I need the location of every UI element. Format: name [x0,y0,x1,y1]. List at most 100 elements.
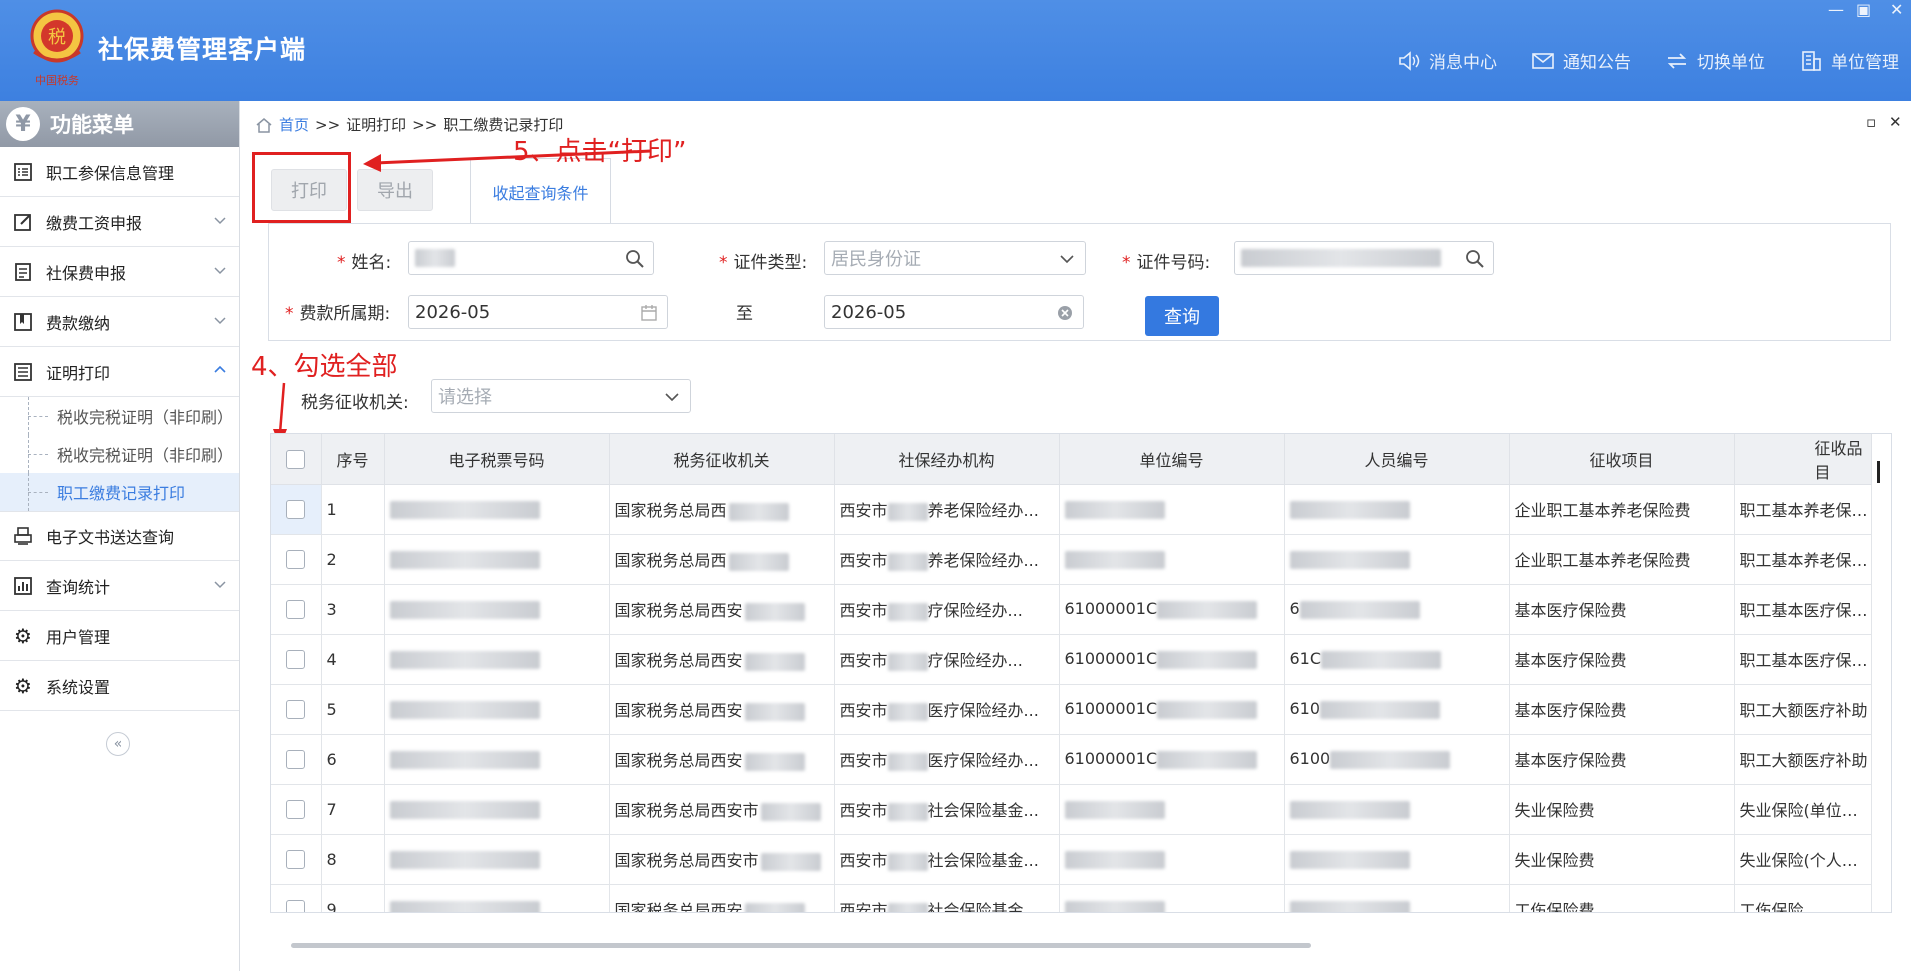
close-window-button[interactable]: ✕ [1890,0,1903,19]
sidebar-collapse-button[interactable]: « [106,732,130,756]
sidebar-item-insured-info[interactable]: 职工参保信息管理 [0,147,239,197]
top-menu-notices[interactable]: 通知公告 [1531,48,1631,73]
select-all-checkbox[interactable] [271,434,322,485]
agency-cell: 西安市 养老保险经办... [834,534,1060,585]
id-number-label: * 证件号码: [1122,253,1211,273]
row-checkbox[interactable] [271,684,322,735]
name-input[interactable] [408,241,654,275]
masked-ticket-number [389,800,540,819]
column-header[interactable]: 征收品目 [1734,434,1872,485]
search-icon[interactable] [1465,249,1485,269]
table-row[interactable]: 3 国家税务总局西安 西安市 疗保险经办... 61000001C 6 基本医疗保险费 职工基… [271,584,1872,635]
collection-item-cell: 工伤保险费 [1509,884,1735,912]
row-checkbox[interactable] [271,734,322,785]
printer-icon [12,525,34,547]
agency-cell: 西安市 疗保险经办... [834,584,1060,635]
sidebar-subitem-tax-certificate-1[interactable]: 税收完税证明（非印刷） [0,397,239,435]
column-header[interactable]: 税务征收机关 [609,434,835,485]
sidebar-item-payment[interactable]: 费款缴纳 [0,297,239,347]
sidebar-item-query-statistics[interactable]: 查询统计 [0,561,239,611]
row-number: 7 [321,784,385,835]
sidebar-item-wage-declaration[interactable]: 缴费工资申报 [0,197,239,247]
row-checkbox[interactable] [271,784,322,835]
clear-icon[interactable] [1055,303,1075,323]
sidebar-item-e-document-query[interactable]: 电子文书送达查询 [0,511,239,561]
column-header[interactable]: 序号 [321,434,385,485]
period-label: * 费款所属期: [285,304,391,324]
tax-office-cell: 国家税务总局西安 [609,584,835,635]
sidebar-subitem-contribution-record-print[interactable]: 职工缴费记录打印 [0,473,239,511]
top-menu-messages[interactable]: 消息中心 [1397,48,1497,73]
form-icon [12,261,34,283]
query-button[interactable]: 查询 [1145,296,1219,336]
agency-cell: 西安市 社会保险基金... [834,784,1060,835]
column-header[interactable]: 社保经办机构 [834,434,1060,485]
top-menu-switch-unit[interactable]: 切换单位 [1665,48,1765,73]
row-checkbox[interactable] [271,834,322,885]
table-row[interactable]: 7 国家税务总局西安市 西安市 社会保险基金... 失业保险费 失业保险(单位缴纳 [271,784,1872,835]
restore-panel-icon[interactable]: ▫ [1866,113,1876,131]
collection-item-cell: 基本医疗保险费 [1509,634,1735,685]
agency-cell: 西安市 医疗保险经办... [834,684,1060,735]
export-button[interactable]: 导出 [357,169,433,211]
unit-number-cell: 61000001C [1059,684,1285,735]
agency-cell: 西安市 社会保险基金... [834,884,1060,912]
sidebar-item-user-management[interactable]: ⚙ 用户管理 [0,611,239,661]
column-header[interactable]: 单位编号 [1059,434,1285,485]
gear-icon: ⚙ [14,673,32,698]
close-panel-icon[interactable]: ✕ [1889,113,1902,131]
row-checkbox[interactable] [271,634,322,685]
period-to-input[interactable]: 2026-05 [824,295,1084,329]
table-row[interactable]: 6 国家税务总局西安 西安市 医疗保险经办... 61000001C 6100 基本医疗保险… [271,734,1872,785]
unit-number-cell: 61000001C [1059,734,1285,785]
sidebar-item-certificate-print[interactable]: 证明打印 [0,347,239,397]
print-highlight-box [252,152,351,223]
column-header[interactable]: 电子税票号码 [384,434,610,485]
row-checkbox[interactable] [271,484,322,535]
masked-ticket-number [389,750,540,769]
maximize-button[interactable]: ▣ [1856,0,1871,19]
top-menu-unit-management[interactable]: 单位管理 [1799,48,1899,73]
period-from-input[interactable]: 2026-05 [408,295,668,329]
masked-ticket-number [389,900,540,912]
tax-office-cell: 国家税务总局西安 [609,684,835,735]
top-menu: 消息中心 通知公告 切换单位 单位管理 [1397,48,1899,73]
id-type-select[interactable]: 居民身份证 [824,241,1086,275]
row-number: 9 [321,884,385,912]
unit-number-cell [1059,834,1285,885]
chevron-down-icon [214,217,226,225]
gear-icon: ⚙ [14,623,32,648]
search-icon[interactable] [625,249,645,269]
sidebar-subitem-tax-certificate-2[interactable]: 税收完税证明（非印刷） [0,435,239,473]
minimize-button[interactable]: — [1828,0,1844,19]
sidebar-item-social-declaration[interactable]: 社保费申报 [0,247,239,297]
person-number-cell: 610 [1284,684,1510,735]
breadcrumb-home[interactable]: 首页 [279,114,309,135]
masked-ticket-number [389,550,540,569]
tax-office-select[interactable]: 请选择 [431,379,691,413]
row-checkbox[interactable] [271,884,322,912]
collection-item-cell: 基本医疗保险费 [1509,734,1735,785]
main-content: 首页 >> 证明打印 >> 职工缴费记录打印 ▫ ✕ 打印 导出 收起查询条件 … [241,101,1911,971]
table-row[interactable]: 1 国家税务总局西 西安市 养老保险经办... 企业职工基本养老保险费 职工基本养老保险( [271,484,1872,535]
column-header[interactable]: 人员编号 [1284,434,1510,485]
table-row[interactable]: 5 国家税务总局西安 西安市 医疗保险经办... 61000001C 610 基本医疗保险费… [271,684,1872,735]
collection-item-cell: 失业保险费 [1509,784,1735,835]
id-number-input[interactable] [1234,241,1494,275]
table-row[interactable]: 4 国家税务总局西安 西安市 疗保险经办... 61000001C 61C 基本医疗保险费职… [271,634,1872,685]
table-row[interactable]: 9 国家税务总局西安 西安市 社会保险基金... 工伤保险费 工伤保险 [271,884,1872,912]
table-row[interactable]: 2 国家税务总局西 西安市 养老保险经办... 企业职工基本养老保险费 职工基本养老保险( [271,534,1872,585]
vertical-scrollbar[interactable] [1877,461,1880,483]
calendar-icon[interactable] [639,303,659,323]
horizontal-scrollbar[interactable] [291,943,1311,948]
ticket-number-cell [384,534,610,585]
sidebar-item-system-settings[interactable]: ⚙ 系统设置 [0,661,239,711]
table-row[interactable]: 8 国家税务总局西安市 西安市 社会保险基金... 失业保险费 失业保险(个人缴纳 [271,834,1872,885]
annotation-step5: 5、点击“打印” [513,137,687,167]
column-header[interactable]: 征收项目 [1509,434,1735,485]
collection-subitem-cell: 工伤保险 [1734,884,1872,912]
ticket-number-cell [384,784,610,835]
row-checkbox[interactable] [271,584,322,635]
tax-office-cell: 国家税务总局西安 [609,634,835,685]
row-checkbox[interactable] [271,534,322,585]
